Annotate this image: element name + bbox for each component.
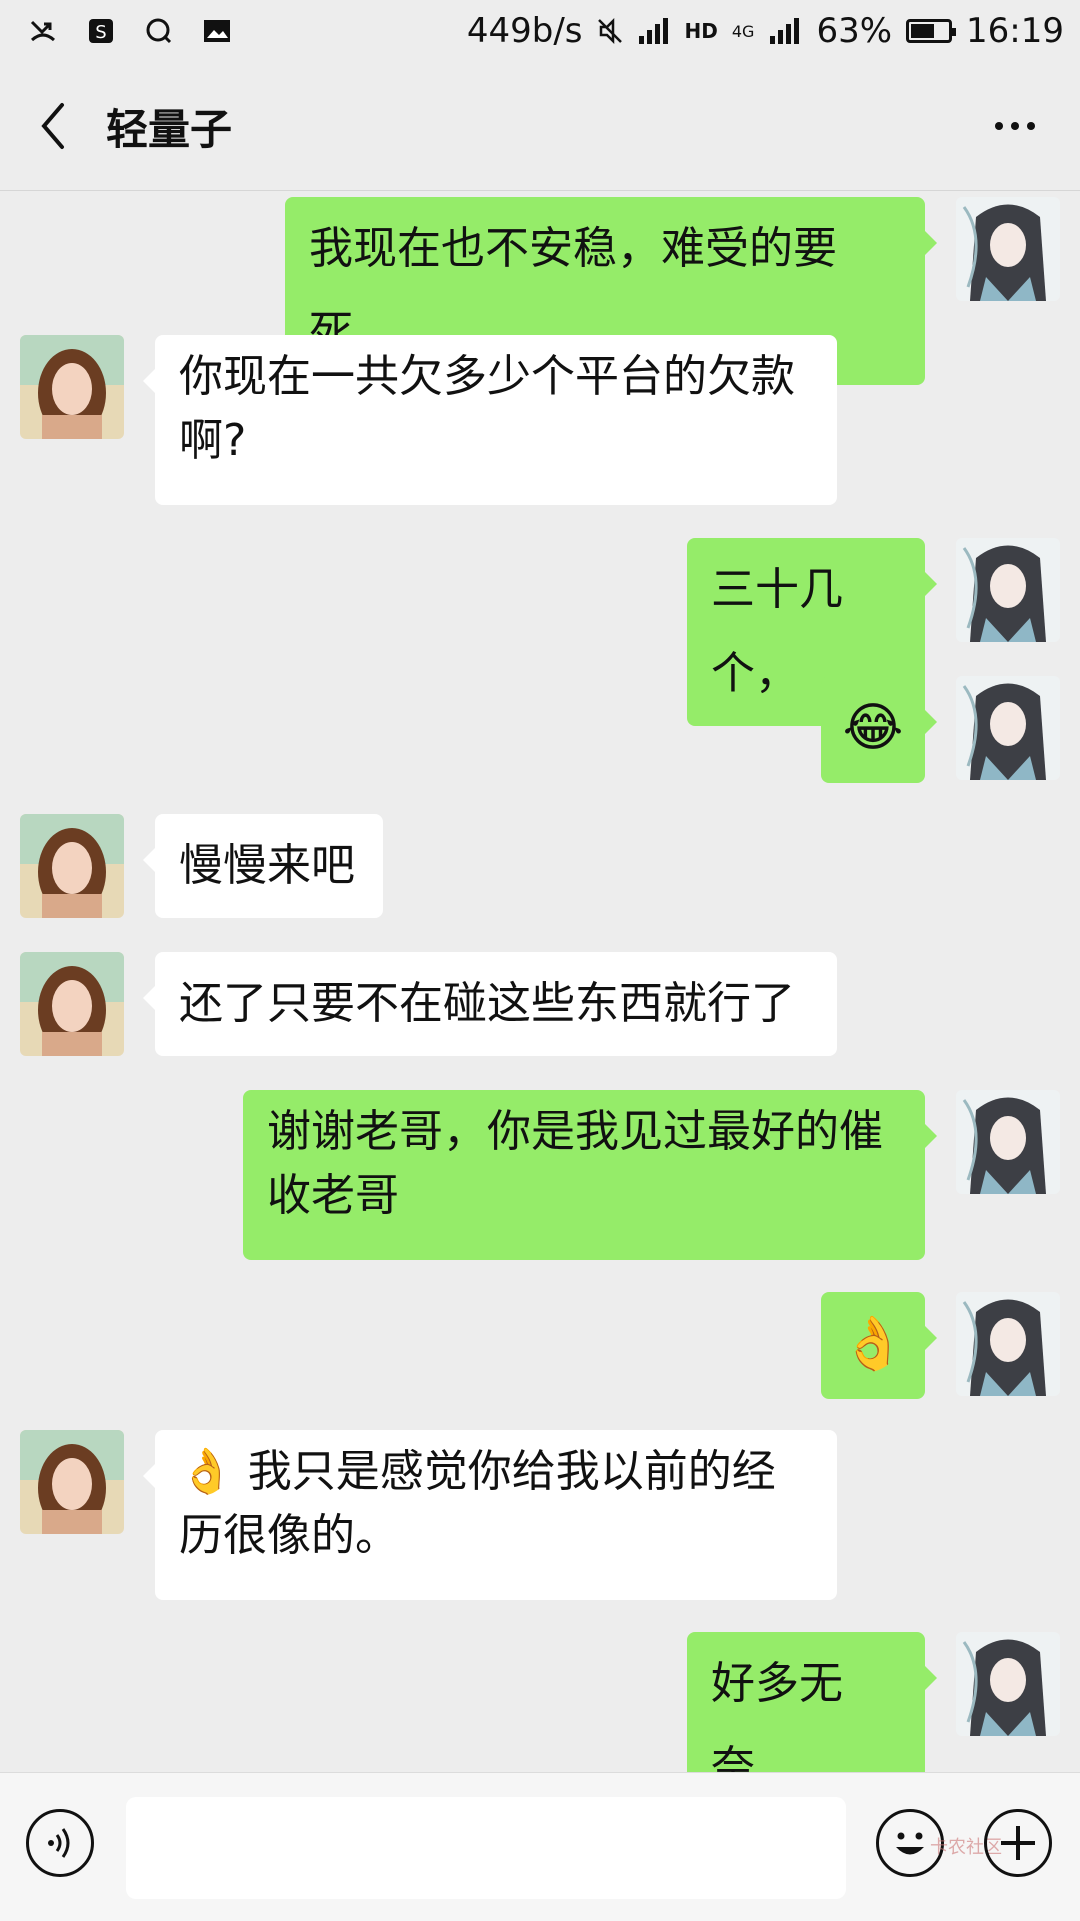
net-speed: 449b/s <box>466 11 583 51</box>
mute-icon <box>597 17 622 45</box>
contact-avatar[interactable] <box>20 1430 124 1534</box>
battery-icon <box>906 19 957 43</box>
received-message-bubble[interactable]: 你现在一共欠多少个平台的欠款啊? <box>143 335 837 505</box>
message-text: 慢慢来吧 <box>179 840 355 891</box>
contact-avatar[interactable] <box>20 952 124 1056</box>
input-bar: 卡农社区 <box>0 1772 1080 1921</box>
message-input[interactable] <box>126 1797 846 1899</box>
message-row: 你现在一共欠多少个平台的欠款啊? <box>0 335 1080 505</box>
status-bar: S 449b/s HD 4G 63% 16:19 <box>0 0 1080 62</box>
svg-text:S: S <box>95 22 106 43</box>
contact-avatar[interactable] <box>20 335 124 439</box>
sent-message-bubble[interactable]: 👌 <box>821 1292 937 1399</box>
received-message-bubble[interactable]: 👌 我只是感觉你给我以前的经历很像的。 <box>143 1430 837 1600</box>
message-text: 😂 <box>842 698 904 758</box>
message-row: 我现在也不安稳，难受的要死， <box>0 197 1080 385</box>
message-row: 三十几个， <box>0 538 1080 726</box>
more-dot-icon <box>995 122 1003 130</box>
message-row: 谢谢老哥，你是我见过最好的催收老哥 <box>0 1090 1080 1260</box>
message-list[interactable]: 我现在也不安稳，难受的要死， 你现在一共欠多少个平台的欠款啊? 三十几个， 😂 慢慢来吧… <box>0 191 1080 1820</box>
received-message-bubble[interactable]: 还了只要不在碰这些东西就行了 <box>143 952 837 1056</box>
network-type: 4G <box>731 21 755 41</box>
my-avatar[interactable] <box>956 1090 1060 1194</box>
message-row: 慢慢来吧 <box>0 814 1080 918</box>
more-dot-icon <box>1011 122 1019 130</box>
more-dot-icon <box>1027 122 1035 130</box>
back-arrow-icon <box>41 103 64 149</box>
app-notification-icon: S <box>89 19 113 43</box>
message-text: 👌 <box>840 1314 906 1374</box>
message-row: 还了只要不在碰这些东西就行了 <box>0 952 1080 1056</box>
my-avatar[interactable] <box>956 197 1060 301</box>
signal-4g-icon <box>770 18 800 44</box>
contact-name: 轻量子 <box>106 104 233 154</box>
message-text: 谢谢老哥，你是我见过最好的催收老哥 <box>267 1106 883 1221</box>
message-row: 👌 我只是感觉你给我以前的经历很像的。 <box>0 1430 1080 1600</box>
contact-avatar[interactable] <box>20 814 124 918</box>
message-text: 你现在一共欠多少个平台的欠款啊? <box>179 351 795 466</box>
qq-icon <box>146 18 172 44</box>
my-avatar[interactable] <box>956 1292 1060 1396</box>
voice-input-button[interactable] <box>26 1809 94 1877</box>
sent-message-bubble[interactable]: 😂 <box>821 676 937 783</box>
my-avatar[interactable] <box>956 538 1060 642</box>
battery-percent: 63% <box>816 11 893 51</box>
voice-icon <box>48 1828 70 1858</box>
message-row: 好多无奈， <box>0 1632 1080 1820</box>
hd-label: HD <box>684 19 718 43</box>
message-row: 👌 <box>0 1292 1080 1399</box>
my-avatar[interactable] <box>956 676 1060 780</box>
image-icon <box>204 20 230 42</box>
chat-header: 轻量子 <box>0 62 1080 191</box>
message-text: 还了只要不在碰这些东西就行了 <box>179 978 795 1029</box>
clock: 16:19 <box>966 11 1064 51</box>
my-avatar[interactable] <box>956 1632 1060 1736</box>
sent-message-bubble[interactable]: 谢谢老哥，你是我见过最好的催收老哥 <box>243 1090 937 1260</box>
back-button[interactable] <box>8 62 98 190</box>
missed-call-icon <box>30 20 56 42</box>
more-functions-button[interactable] <box>984 1809 1052 1877</box>
received-message-bubble[interactable]: 慢慢来吧 <box>143 814 383 918</box>
signal-icon <box>638 18 668 44</box>
more-options-button[interactable] <box>980 96 1050 156</box>
plus-icon <box>1001 1826 1035 1860</box>
message-row: 😂 <box>0 676 1080 783</box>
message-text: 👌 我只是感觉你给我以前的经历很像的。 <box>179 1446 776 1561</box>
